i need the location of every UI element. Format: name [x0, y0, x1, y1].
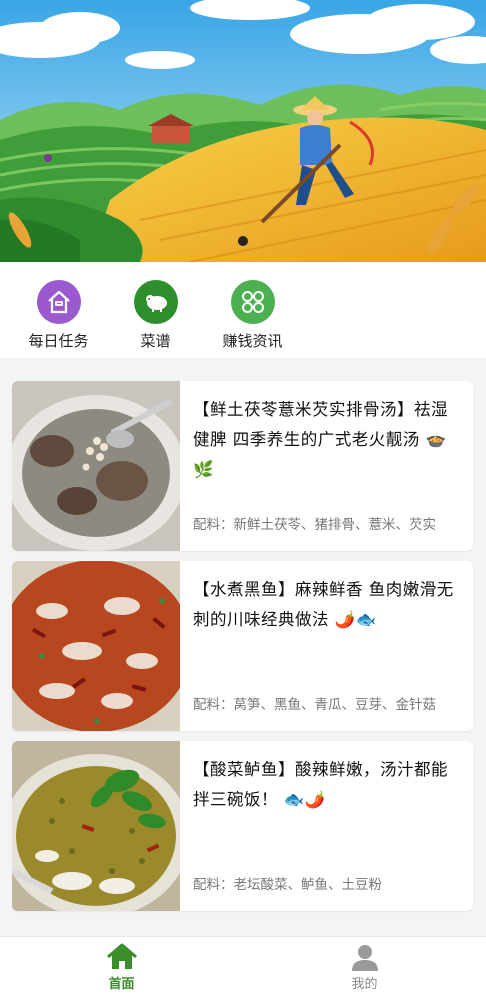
menu-label: 每日任务	[28, 332, 89, 350]
tab-mine[interactable]: 我的	[243, 937, 486, 1000]
recipe-card[interactable]: 【酸菜鲈鱼】酸辣鲜嫩，汤汁都能拌三碗饭！ 🐟🌶️ 配料：老坛酸菜、鲈鱼、土豆粉	[12, 741, 473, 911]
menu-label: 菜谱	[140, 332, 171, 350]
recipe-image-pork-rib-soup	[12, 381, 180, 551]
recipe-image-pickled-fish	[12, 741, 180, 911]
sheep-icon	[133, 280, 178, 324]
recipe-title: 【鲜土茯苓薏米芡实排骨汤】祛湿健脾 四季养生的广式老火靓汤 🍲🌿	[193, 400, 448, 479]
menu-money-news[interactable]: 赚钱资讯	[204, 262, 301, 358]
recipe-ingredients: 配料：老坛酸菜、鲈鱼、土豆粉	[193, 877, 382, 893]
recipe-ingredients: 配料：莴笋、黑鱼、青瓜、豆芽、金针菇	[193, 697, 436, 713]
farm-harvest-illustration	[0, 0, 486, 262]
recipe-title: 【水煮黑鱼】麻辣鲜香 鱼肉嫩滑无刺的川味经典做法 🌶️🐟	[193, 580, 454, 629]
menu-label: 赚钱资讯	[222, 332, 283, 350]
house-icon	[36, 280, 81, 324]
banner-carousel[interactable]	[0, 0, 486, 262]
recipe-card[interactable]: 【水煮黑鱼】麻辣鲜香 鱼肉嫩滑无刺的川味经典做法 🌶️🐟 配料：莴笋、黑鱼、青瓜…	[12, 561, 473, 731]
menu-recipes[interactable]: 菜谱	[107, 262, 204, 358]
recipe-list: 【鲜土茯苓薏米芡实排骨汤】祛湿健脾 四季养生的广式老火靓汤 🍲🌿 配料：新鲜土茯…	[12, 381, 473, 921]
person-icon	[351, 945, 378, 971]
recipe-image-boiled-fish	[12, 561, 180, 731]
home-icon	[106, 943, 137, 969]
bottom-tab-bar: 首面 我的	[0, 936, 486, 1000]
tab-home[interactable]: 首面	[0, 937, 243, 1000]
grid-icon	[230, 280, 275, 324]
carousel-indicator	[0, 236, 486, 246]
recipe-title: 【酸菜鲈鱼】酸辣鲜嫩，汤汁都能拌三碗饭！ 🐟🌶️	[193, 760, 448, 809]
recipe-card[interactable]: 【鲜土茯苓薏米芡实排骨汤】祛湿健脾 四季养生的广式老火靓汤 🍲🌿 配料：新鲜土茯…	[12, 381, 473, 551]
tab-mine-label: 我的	[351, 977, 378, 992]
menu-daily-tasks[interactable]: 每日任务	[10, 262, 107, 358]
tab-home-label: 首面	[108, 977, 135, 992]
recipe-ingredients: 配料：新鲜土茯苓、猪排骨、薏米、芡实	[193, 517, 436, 533]
quick-menu: 每日任务 菜谱 赚钱资讯	[0, 262, 486, 358]
carousel-dot-active[interactable]	[238, 236, 248, 246]
